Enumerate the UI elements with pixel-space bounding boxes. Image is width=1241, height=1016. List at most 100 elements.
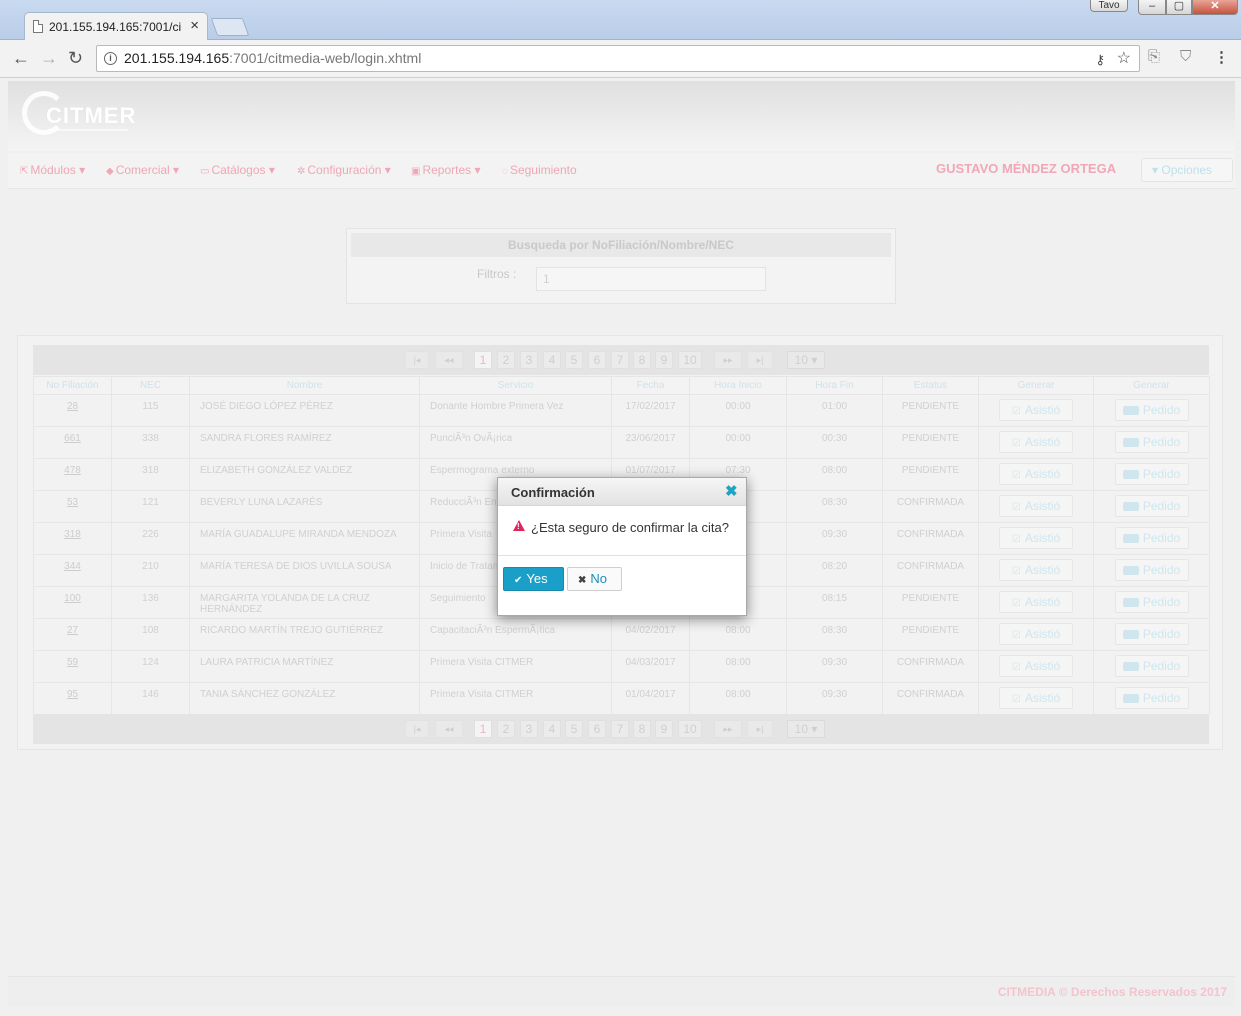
cell-filiacion: 661: [33, 426, 112, 459]
asistio-button[interactable]: ☑ Asistió: [999, 687, 1073, 709]
back-arrow-icon[interactable]: ←: [12, 48, 30, 68]
prev-page-button[interactable]: ◂◂: [435, 720, 463, 738]
filiacion-link[interactable]: 344: [64, 561, 81, 572]
filiacion-link[interactable]: 28: [67, 401, 78, 412]
reload-icon[interactable]: ↻: [68, 48, 83, 68]
servicio-value: Primera Visita CITMER: [430, 657, 534, 668]
last-page-button[interactable]: ▸|: [747, 351, 773, 369]
star-icon[interactable]: ☆: [1117, 46, 1131, 71]
asistio-button[interactable]: ☑ Asistió: [999, 559, 1073, 581]
close-window-button[interactable]: ✕: [1192, 0, 1238, 15]
page-1-button[interactable]: 1: [474, 720, 492, 738]
page-10-button[interactable]: 10: [678, 720, 702, 738]
page-8-button[interactable]: 8: [633, 720, 651, 738]
menu-seguimiento[interactable]: ◌ Seguimiento: [502, 163, 577, 177]
page-9-button[interactable]: 9: [655, 720, 673, 738]
pedido-button[interactable]: Pedido: [1114, 463, 1189, 485]
maximize-button[interactable]: ▢: [1166, 0, 1192, 15]
asistio-button[interactable]: ☑ Asistió: [999, 527, 1073, 549]
kebab-menu-icon[interactable]: ⋮: [1214, 48, 1229, 66]
page-9-button[interactable]: 9: [655, 351, 673, 369]
address-bar[interactable]: i 201.155.194.165:7001/citmedia-web/logi…: [96, 45, 1140, 72]
menu-comercial[interactable]: ◆ Comercial ▾: [106, 163, 179, 177]
pedido-button[interactable]: Pedido: [1114, 559, 1189, 581]
page-2-button[interactable]: 2: [497, 720, 515, 738]
asistio-button[interactable]: ☑ Asistió: [999, 463, 1073, 485]
col-header[interactable]: Fecha: [611, 376, 690, 395]
page-3-button[interactable]: 3: [520, 351, 538, 369]
col-header[interactable]: Estatus: [882, 376, 979, 395]
asistio-button[interactable]: ☑ Asistió: [999, 655, 1073, 677]
menu-modulos[interactable]: ⇱ Módulos ▾: [20, 163, 85, 177]
shield-icon[interactable]: ⛉: [1180, 48, 1191, 65]
page-4-button[interactable]: 4: [543, 720, 561, 738]
pdf-icon[interactable]: ⎘: [1148, 48, 1160, 65]
pedido-button[interactable]: Pedido: [1114, 591, 1189, 613]
filiacion-link[interactable]: 100: [64, 593, 81, 604]
rows-per-page-select[interactable]: 10 ▾: [787, 351, 825, 369]
menu-catalogos[interactable]: ▭ Catálogos ▾: [200, 163, 275, 177]
page-7-button[interactable]: 7: [611, 351, 629, 369]
info-icon[interactable]: i: [104, 52, 117, 65]
first-page-button[interactable]: |◂: [405, 720, 429, 738]
profile-badge[interactable]: Tavo: [1090, 0, 1128, 12]
new-tab-button[interactable]: [210, 18, 250, 36]
pedido-button[interactable]: Pedido: [1114, 527, 1189, 549]
menu-configuracion[interactable]: ✲ Configuración ▾: [297, 163, 391, 177]
close-icon[interactable]: ✖: [725, 482, 738, 500]
col-header[interactable]: Servicio: [419, 376, 612, 395]
next-page-button[interactable]: ▸▸: [714, 720, 742, 738]
col-header[interactable]: No Filiación: [33, 376, 112, 395]
prev-page-button[interactable]: ◂◂: [435, 351, 463, 369]
tab-close-icon[interactable]: ×: [190, 17, 199, 34]
filiacion-link[interactable]: 53: [67, 497, 78, 508]
asistio-button[interactable]: ☑ Asistió: [999, 495, 1073, 517]
col-header[interactable]: Hora Inicio: [689, 376, 787, 395]
pedido-button[interactable]: Pedido: [1114, 431, 1189, 453]
filiacion-link[interactable]: 478: [64, 465, 81, 476]
page-10-button[interactable]: 10: [678, 351, 702, 369]
key-icon[interactable]: ⚷: [1095, 47, 1105, 72]
first-page-button[interactable]: |◂: [405, 351, 429, 369]
yes-button[interactable]: ✔ Yes: [503, 567, 564, 591]
page-2-button[interactable]: 2: [497, 351, 515, 369]
filiacion-link[interactable]: 59: [67, 657, 78, 668]
page-4-button[interactable]: 4: [543, 351, 561, 369]
page-7-button[interactable]: 7: [611, 720, 629, 738]
pedido-button[interactable]: Pedido: [1114, 495, 1189, 517]
page-6-button[interactable]: 6: [588, 351, 606, 369]
filiacion-link[interactable]: 318: [64, 529, 81, 540]
no-button[interactable]: ✖ No: [567, 567, 622, 591]
last-page-button[interactable]: ▸|: [747, 720, 773, 738]
page-8-button[interactable]: 8: [633, 351, 651, 369]
checkbox-icon: ☑: [1011, 694, 1021, 705]
col-header[interactable]: NEC: [111, 376, 190, 395]
filter-input[interactable]: 1: [536, 267, 766, 291]
asistio-button[interactable]: ☑ Asistió: [999, 591, 1073, 613]
asistio-button[interactable]: ☑ Asistió: [999, 623, 1073, 645]
minimize-button[interactable]: –: [1138, 0, 1166, 15]
page-1-button[interactable]: 1: [474, 351, 492, 369]
browser-tab[interactable]: 201.155.194.165:7001/cit ×: [24, 12, 208, 40]
page-5-button[interactable]: 5: [565, 351, 583, 369]
filiacion-link[interactable]: 27: [67, 625, 78, 636]
page-6-button[interactable]: 6: [588, 720, 606, 738]
asistio-button[interactable]: ☑ Asistió: [999, 431, 1073, 453]
pedido-button[interactable]: Pedido: [1114, 655, 1189, 677]
filiacion-link[interactable]: 95: [67, 689, 78, 700]
rows-per-page-select[interactable]: 10 ▾: [787, 720, 825, 738]
next-page-button[interactable]: ▸▸: [714, 351, 742, 369]
filiacion-link[interactable]: 661: [64, 433, 81, 444]
page-3-button[interactable]: 3: [520, 720, 538, 738]
citmer-logo[interactable]: CITMER: [20, 87, 135, 145]
pedido-button[interactable]: Pedido: [1114, 399, 1189, 421]
page-5-button[interactable]: 5: [565, 720, 583, 738]
menu-reportes[interactable]: ▣ Reportes ▾: [411, 163, 481, 177]
forward-arrow-icon[interactable]: →: [40, 48, 58, 68]
col-header[interactable]: Hora Fin: [786, 376, 883, 395]
col-header[interactable]: Nombre: [189, 376, 420, 395]
pedido-button[interactable]: Pedido: [1114, 623, 1189, 645]
pedido-button[interactable]: Pedido: [1114, 687, 1189, 709]
asistio-button[interactable]: ☑ Asistió: [999, 399, 1073, 421]
options-dropdown-button[interactable]: ▾ Opciones: [1141, 158, 1233, 182]
